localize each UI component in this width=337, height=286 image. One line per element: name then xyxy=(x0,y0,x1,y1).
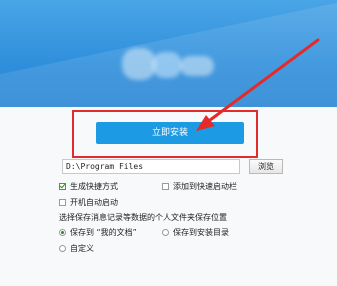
checkbox-unchecked[interactable] xyxy=(59,199,66,206)
add-quick-launch-label: 添加到快速启动栏 xyxy=(173,182,237,191)
save-to-install-dir-label: 保存到安装目录 xyxy=(173,228,229,237)
autostart-option[interactable]: 开机自动启动 xyxy=(59,197,118,208)
logo-shape xyxy=(122,48,156,80)
add-quick-launch-option[interactable]: 添加到快速启动栏 xyxy=(162,181,237,192)
autostart-label: 开机自动启动 xyxy=(70,198,118,207)
custom-location-option[interactable]: 自定义 xyxy=(59,243,94,254)
save-location-caption: 选择保存消息记录等数据的个人文件夹保存位置 xyxy=(59,213,227,222)
install-now-button[interactable]: 立即安装 xyxy=(96,122,244,144)
logo-shape xyxy=(152,52,182,78)
radio-unselected[interactable] xyxy=(162,229,169,236)
logo-shape xyxy=(180,56,214,76)
blurred-logo xyxy=(122,42,218,86)
install-path-input[interactable]: D:\Program Files xyxy=(62,159,240,174)
save-to-documents-label: 保存到 “我的文档” xyxy=(70,228,137,237)
checkbox-checked[interactable] xyxy=(59,183,66,190)
save-to-install-dir-option[interactable]: 保存到安装目录 xyxy=(162,227,229,238)
create-shortcut-option[interactable]: 生成快捷方式 xyxy=(59,181,118,192)
custom-location-label: 自定义 xyxy=(70,244,94,253)
browse-button[interactable]: 浏览 xyxy=(249,159,283,174)
radio-selected[interactable] xyxy=(59,229,66,236)
create-shortcut-label: 生成快捷方式 xyxy=(70,182,118,191)
header-banner xyxy=(0,0,337,107)
radio-unselected[interactable] xyxy=(59,245,66,252)
checkbox-unchecked[interactable] xyxy=(162,183,169,190)
save-to-documents-option[interactable]: 保存到 “我的文档” xyxy=(59,227,137,238)
